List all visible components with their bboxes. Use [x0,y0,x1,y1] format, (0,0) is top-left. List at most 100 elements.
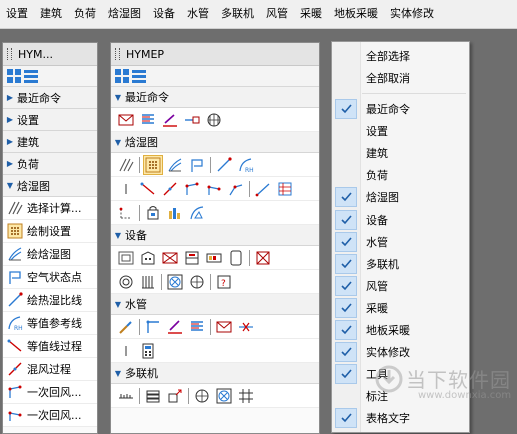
section-vrf[interactable]: ▼ 多联机 [111,363,319,384]
list-view-icon[interactable] [24,69,38,83]
cmd-air-state-point[interactable]: 空气状态点 [3,266,97,289]
panel-title-bar[interactable]: HYM... [3,43,97,66]
category-settings[interactable]: ▶ 设置 [3,109,97,131]
menu-psychrometric[interactable]: 焓湿图 [102,0,147,28]
dashed-point-icon[interactable] [117,204,135,222]
panel-title-bar[interactable]: HYMEP [111,43,319,66]
bracket-box-icon[interactable] [227,249,245,267]
cmd-heat-moisture-ratio-line[interactable]: 绘热湿比线 [3,289,97,312]
grid-circle-icon[interactable] [205,111,223,129]
flag-point-icon[interactable] [188,156,206,174]
color-bar-icon[interactable] [205,249,223,267]
radiator-icon[interactable] [139,273,157,291]
panel-box-icon[interactable] [117,249,135,267]
menu-item-category[interactable]: 地板采暖 [332,319,469,341]
category-psychrometric[interactable]: ▼ 焓湿图 [3,175,97,197]
arc-triangle-icon[interactable] [188,204,206,222]
chart-curves-icon[interactable] [166,156,184,174]
menu-item-category[interactable]: 建筑 [332,142,469,164]
grid-view-icon[interactable] [7,69,21,83]
process-line-icon[interactable] [139,180,157,198]
corner-pipe-icon[interactable] [144,318,162,336]
cmd-draw-psychrometric-chart[interactable]: 绘焓湿图 [3,243,97,266]
menu-floor-heating[interactable]: 地板采暖 [328,0,384,28]
menu-item-category[interactable]: 最近命令 [332,98,469,120]
menu-settings[interactable]: 设置 [0,0,34,28]
rh-curve-icon[interactable]: RH [237,156,255,174]
cmd-mixing-process[interactable]: 混风过程 [3,358,97,381]
grid-circle-icon[interactable] [188,273,206,291]
cmd-primary-return-air-1[interactable]: 一次回风... [3,381,97,404]
section-psychrometric[interactable]: ▼ 焓湿图 [111,132,319,153]
category-recent[interactable]: ▶ 最近命令 [3,87,97,109]
split-box-icon[interactable] [183,249,201,267]
cmd-primary-return-air-2[interactable]: 一次回风... [3,404,97,427]
pen-line-icon[interactable] [161,111,179,129]
menu-vrf[interactable]: 多联机 [215,0,260,28]
dotted-grid-icon[interactable] [143,154,163,175]
calculator-icon[interactable] [139,342,157,360]
circle-x-icon[interactable] [166,273,184,291]
list-view-icon[interactable] [132,69,146,83]
slope-line-icon[interactable] [254,180,272,198]
menu-item-category[interactable]: 设置 [332,120,469,142]
menu-entity-modify[interactable]: 实体修改 [384,0,440,28]
menu-load[interactable]: 负荷 [68,0,102,28]
menu-item-category[interactable]: 实体修改 [332,341,469,363]
section-equipment[interactable]: ▼ 设备 [111,225,319,246]
cmd-select-calc[interactable]: 选择计算... [3,197,97,220]
menu-item-category[interactable]: 水管 [332,231,469,253]
menu-item-category[interactable]: 多联机 [332,253,469,275]
drag-grip-icon[interactable] [115,48,120,60]
return-air-icon[interactable] [183,180,201,198]
two-stage-icon[interactable] [227,180,245,198]
ratio-line-icon[interactable] [215,156,233,174]
grid-view-icon[interactable] [115,69,129,83]
box-arrow-icon[interactable] [166,387,184,405]
menu-item-category[interactable]: 设备 [332,209,469,231]
document-lock-icon[interactable] [144,204,162,222]
menu-duct[interactable]: 风管 [260,0,294,28]
pen-line-icon[interactable] [166,318,184,336]
envelope-icon[interactable] [117,111,135,129]
category-architecture[interactable]: ▶ 建筑 [3,131,97,153]
menu-water-pipe[interactable]: 水管 [181,0,215,28]
drag-grip-icon[interactable] [7,48,12,60]
cmd-isoline-process[interactable]: 等值线过程 [3,335,97,358]
spiral-icon[interactable] [117,273,135,291]
cmd-isoline-reference[interactable]: RH 等值参考线 [3,312,97,335]
menu-item-category[interactable]: 焓湿图 [332,186,469,208]
circle-x-icon[interactable] [215,387,233,405]
menu-select-all[interactable]: 全部选择 [332,45,469,67]
menu-item-category[interactable]: 负荷 [332,164,469,186]
pipe-tool-icon[interactable] [117,318,135,336]
column-chart-icon[interactable] [166,204,184,222]
menu-heating[interactable]: 采暖 [294,0,328,28]
hatch-lines-icon[interactable] [117,156,135,174]
connector-icon[interactable] [183,111,201,129]
menu-item-category[interactable]: 风管 [332,275,469,297]
crossed-box-icon[interactable] [161,249,179,267]
menu-architecture[interactable]: 建筑 [34,0,68,28]
table-report-icon[interactable] [276,180,294,198]
grid-circle-icon[interactable] [193,387,211,405]
building-icon[interactable] [139,249,157,267]
valve-icon[interactable] [237,318,255,336]
menu-item-category[interactable]: 采暖 [332,297,469,319]
menu-equipment[interactable]: 设备 [147,0,181,28]
stack-icon[interactable] [144,387,162,405]
ruler-icon[interactable] [117,387,135,405]
short-line-icon[interactable] [117,180,135,198]
section-recent[interactable]: ▼ 最近命令 [111,87,319,108]
help-box-icon[interactable]: ? [215,273,233,291]
hash-grid-icon[interactable] [237,387,255,405]
envelope-icon[interactable] [215,318,233,336]
list-lines-icon[interactable] [188,318,206,336]
cross-frame-icon[interactable] [254,249,272,267]
return-air-icon[interactable] [205,180,223,198]
section-water-pipe[interactable]: ▼ 水管 [111,294,319,315]
menu-deselect-all[interactable]: 全部取消 [332,67,469,89]
list-lines-icon[interactable] [139,111,157,129]
cmd-draw-settings[interactable]: 绘制设置 [3,220,97,243]
short-line-icon[interactable] [117,342,135,360]
